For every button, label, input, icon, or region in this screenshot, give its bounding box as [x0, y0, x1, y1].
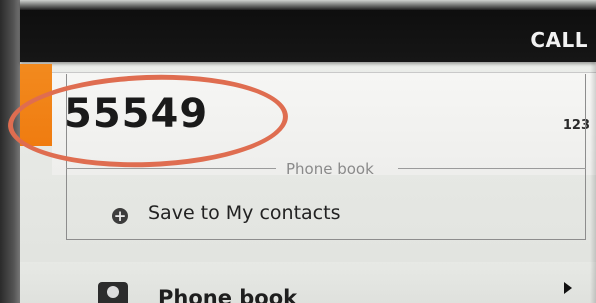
focus-accent-bar [20, 64, 52, 146]
list-item-phone-book[interactable]: Phone book [20, 262, 596, 303]
list-item-label: Phone book [158, 286, 298, 303]
save-to-contacts-label: Save to My contacts [148, 202, 341, 224]
contact-icon-head [107, 286, 119, 298]
save-to-contacts-button[interactable]: + Save to My contacts [66, 194, 586, 240]
phone-book-divider: Phone book [66, 160, 586, 178]
top-bar-edge [20, 0, 596, 10]
divider-line-right [398, 168, 586, 169]
left-bezel [0, 0, 20, 303]
chevron-right-icon [564, 282, 572, 294]
right-edge-shadow [590, 62, 596, 303]
plus-circle-icon: + [112, 207, 128, 225]
contact-icon [98, 282, 128, 303]
call-screen: CALL 55549 123 Phone book + Save to My c… [0, 0, 596, 303]
top-bar: CALL [20, 0, 596, 62]
screen-title: CALL [530, 28, 588, 52]
divider-line-left [66, 168, 276, 169]
divider-label: Phone book [286, 160, 374, 178]
